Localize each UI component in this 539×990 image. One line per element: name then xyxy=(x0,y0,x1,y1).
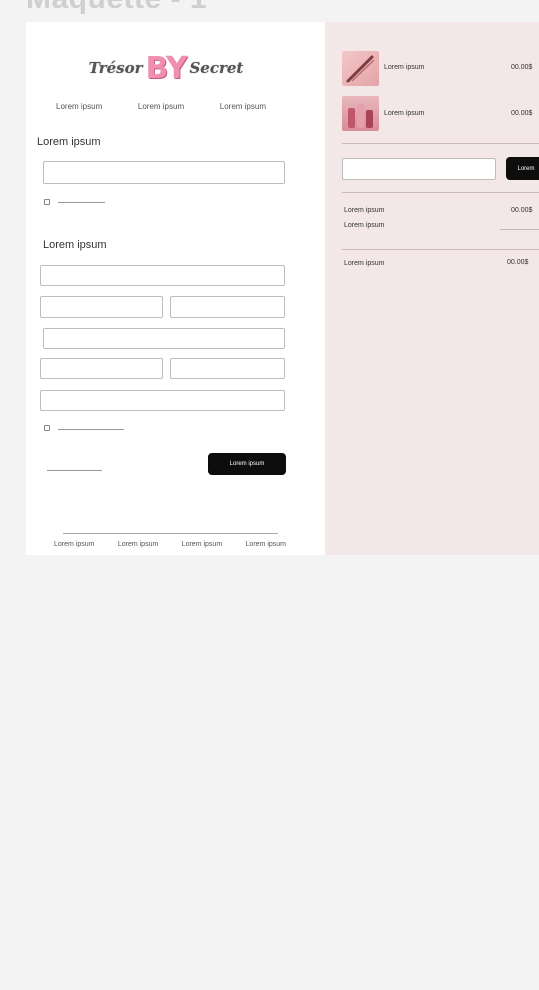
postal-code-field[interactable] xyxy=(40,358,163,379)
product-image-1 xyxy=(342,51,379,86)
summary-divider-2 xyxy=(342,192,539,193)
newsletter-checkbox[interactable] xyxy=(44,199,50,205)
contact-section-title: Lorem ipsum xyxy=(37,136,101,148)
footer-divider xyxy=(63,533,278,534)
summary-divider-3 xyxy=(342,249,539,250)
footer-link-1[interactable]: Lorem ipsum xyxy=(54,541,94,548)
last-name-field[interactable] xyxy=(170,296,285,318)
discount-code-field[interactable] xyxy=(342,158,496,180)
footer-links: Lorem ipsum Lorem ipsum Lorem ipsum Lore… xyxy=(54,541,286,548)
subtotal-value: 00.00$ xyxy=(511,207,533,214)
total-label: Lorem ipsum xyxy=(344,260,385,267)
logo-left-text: Trésor xyxy=(88,59,143,77)
item-2-price: 00.00$ xyxy=(511,110,533,117)
nav-item-1[interactable]: Lorem ipsum xyxy=(56,102,102,111)
nav-item-2[interactable]: Lorem ipsum xyxy=(138,102,184,111)
continue-button[interactable]: Lorem ipsum xyxy=(208,453,286,475)
save-info-label-placeholder xyxy=(58,429,124,430)
breadcrumb: Lorem ipsum Lorem ipsum Lorem ipsum xyxy=(56,102,266,111)
product-image-2 xyxy=(342,96,379,131)
order-summary-panel: Lorem ipsum 00.00$ Lorem ipsum 00.00$ Lo… xyxy=(325,22,539,555)
address-field[interactable] xyxy=(43,328,285,349)
newsletter-label-placeholder xyxy=(58,202,105,203)
shipping-value-placeholder xyxy=(500,229,539,230)
return-link[interactable] xyxy=(47,470,102,471)
item-2-name: Lorem ipsum xyxy=(384,110,425,117)
lash-brush-icon xyxy=(346,55,375,83)
cosmetic-bottles-icon xyxy=(348,104,373,128)
apply-discount-button[interactable]: Lorem xyxy=(506,157,539,180)
logo-by-text: BY xyxy=(145,50,188,86)
nav-item-3[interactable]: Lorem ipsum xyxy=(220,102,266,111)
logo-right-text: Secret xyxy=(189,59,244,77)
footer-link-4[interactable]: Lorem ipsum xyxy=(246,541,286,548)
shipping-label: Lorem ipsum xyxy=(344,222,385,229)
item-1-price: 00.00$ xyxy=(511,64,533,71)
brand-logo[interactable]: Trésor BY Secret xyxy=(86,50,246,86)
save-info-checkbox[interactable] xyxy=(44,425,50,431)
page-heading: Maquette - 1 xyxy=(26,0,207,16)
subtotal-label: Lorem ipsum xyxy=(344,207,385,214)
country-field[interactable] xyxy=(40,265,285,286)
phone-field[interactable] xyxy=(40,390,285,411)
footer-link-2[interactable]: Lorem ipsum xyxy=(118,541,158,548)
email-field[interactable] xyxy=(43,161,285,184)
checkout-artboard: Trésor BY Secret Lorem ipsum Lorem ipsum… xyxy=(26,22,539,555)
summary-divider-1 xyxy=(342,143,539,144)
footer-link-3[interactable]: Lorem ipsum xyxy=(182,541,222,548)
first-name-field[interactable] xyxy=(40,296,163,318)
total-value: 00.00$ xyxy=(507,259,529,266)
item-1-name: Lorem ipsum xyxy=(384,64,425,71)
delivery-section-title: Lorem ipsum xyxy=(43,239,107,251)
city-field[interactable] xyxy=(170,358,285,379)
